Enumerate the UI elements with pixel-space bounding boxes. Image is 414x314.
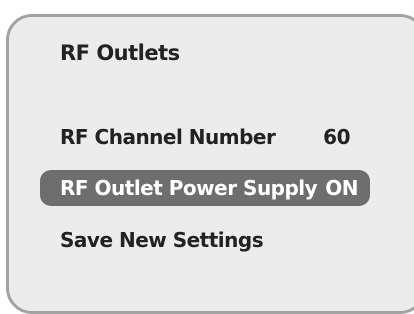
menu-item-save-new-settings[interactable]: Save New Settings [40, 222, 370, 258]
menu-item-label: Save New Settings [60, 228, 264, 252]
menu-item-rf-channel-number[interactable]: RF Channel Number 60 [40, 119, 370, 155]
power-supply-value: ON [325, 176, 358, 200]
menu-item-rf-outlet-power-supply[interactable]: RF Outlet Power Supply ON [40, 170, 370, 206]
rf-channel-value: 60 [323, 125, 350, 149]
menu-item-label: RF Outlet Power Supply [60, 176, 318, 200]
menu-title: RF Outlets [60, 41, 180, 65]
menu-item-label: RF Channel Number [60, 125, 276, 149]
